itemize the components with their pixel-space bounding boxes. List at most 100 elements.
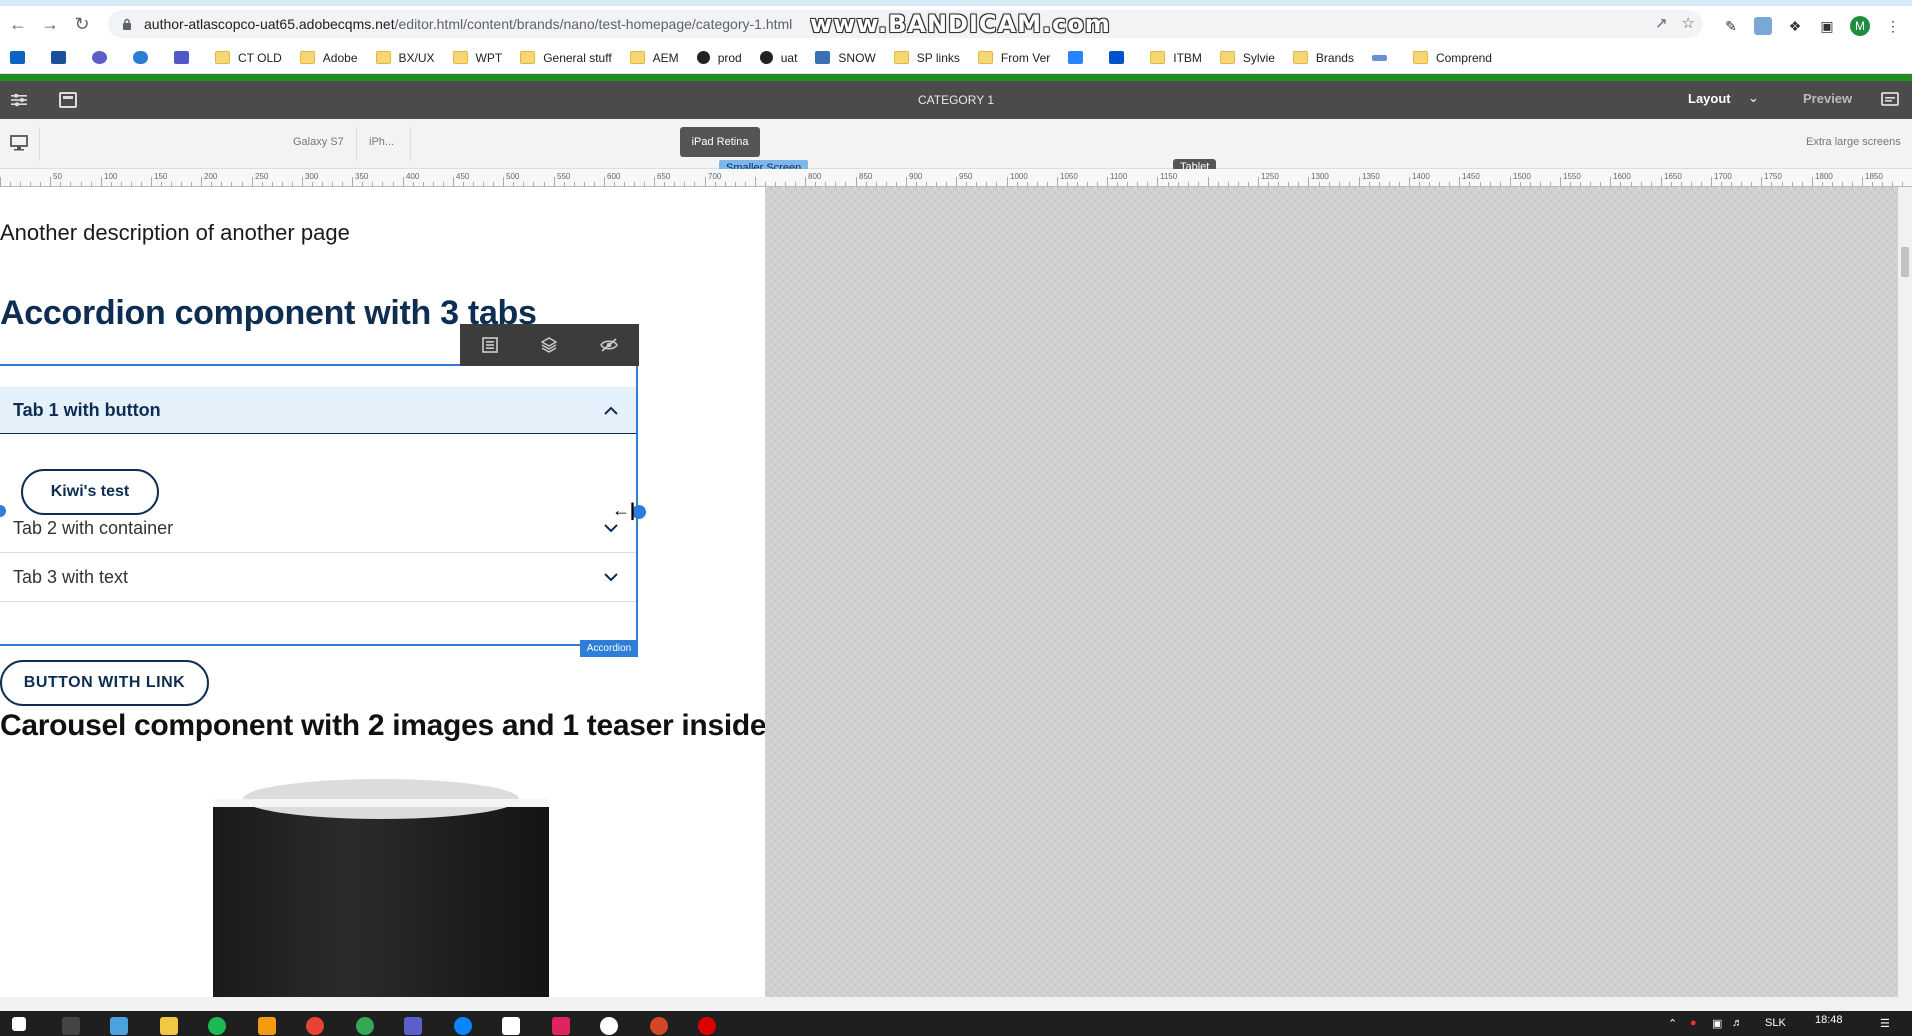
address-bar-row: ← → ↻ author-atlascopco-uat65.adobecqms.… xyxy=(0,6,1912,42)
share-icon[interactable]: ↗ xyxy=(1655,14,1668,32)
chevron-down-icon[interactable] xyxy=(604,520,618,536)
sidepanel-icon[interactable]: ▣ xyxy=(1818,17,1836,35)
device-iphone[interactable]: iPh... xyxy=(369,136,394,148)
ruler-label: 1400 xyxy=(1412,172,1430,181)
breakpoint-extra-large[interactable]: Extra large screens xyxy=(1806,136,1901,148)
app-icon[interactable] xyxy=(110,1017,128,1035)
teams-taskbar-icon[interactable] xyxy=(404,1017,422,1035)
webstorm-icon[interactable] xyxy=(502,1017,520,1035)
bookmark-ct-old[interactable]: CT OLD xyxy=(215,51,282,65)
ruler-label: 50 xyxy=(53,172,62,181)
bookmark-prod[interactable]: prod xyxy=(696,51,742,65)
ruler-label: 500 xyxy=(506,172,520,181)
carousel-heading: Carousel component with 2 images and 1 t… xyxy=(0,709,765,742)
back-icon[interactable]: ← xyxy=(2,8,34,40)
ruler-label: 850 xyxy=(859,172,873,181)
powerpoint-icon[interactable] xyxy=(650,1017,668,1035)
bookmark-bx-ux[interactable]: BX/UX xyxy=(375,51,435,65)
container-icon[interactable] xyxy=(478,333,502,357)
list-icon[interactable] xyxy=(1371,54,1395,61)
chevron-down-icon[interactable]: ⌄ xyxy=(1748,90,1759,106)
scrollbar-thumb[interactable] xyxy=(1901,247,1909,277)
file-explorer-icon[interactable] xyxy=(160,1017,178,1035)
annotations-icon[interactable] xyxy=(1880,90,1900,110)
bookmark-itbm[interactable]: ITBM xyxy=(1150,51,1202,65)
bookmark-star-icon[interactable]: ☆ xyxy=(1682,14,1695,32)
bookmark-general-stuff[interactable]: General stuff xyxy=(520,51,612,65)
ruler-label: 1500 xyxy=(1513,172,1531,181)
bookmark-comprend[interactable]: Comprend xyxy=(1412,51,1492,65)
puzzle-extensions-icon[interactable]: ❖ xyxy=(1786,17,1804,35)
snow-icon xyxy=(815,51,831,64)
screen-extension-icon[interactable] xyxy=(1754,17,1772,35)
ruler-label: 550 xyxy=(557,172,571,181)
ruler-label: 1650 xyxy=(1664,172,1682,181)
menu-kebab-icon[interactable]: ⋮ xyxy=(1884,17,1902,35)
confluence-icon[interactable] xyxy=(1109,51,1132,64)
forward-icon[interactable]: → xyxy=(34,8,66,40)
device-galaxy-s7[interactable]: Galaxy S7 xyxy=(293,136,344,148)
tab-2-label: Tab 2 with container xyxy=(13,517,174,538)
profile-avatar[interactable]: M xyxy=(1850,16,1870,36)
hide-eye-icon[interactable] xyxy=(597,333,621,357)
folder-icon xyxy=(375,51,391,64)
network-icon[interactable]: ▣ xyxy=(1712,1017,1722,1030)
emulator-bar: Galaxy S7 iPh... iPad Retina Smaller Scr… xyxy=(0,119,1912,176)
terminal-icon[interactable] xyxy=(62,1017,80,1035)
jira-icon[interactable] xyxy=(1068,51,1091,64)
intellij-icon[interactable] xyxy=(552,1017,570,1035)
bookmark-sp-links[interactable]: SP links xyxy=(893,51,960,65)
screen: ← → ↻ author-atlascopco-uat65.adobecqms.… xyxy=(0,0,1912,1036)
bandicam-icon[interactable] xyxy=(698,1017,716,1035)
preview-button[interactable]: Preview xyxy=(1803,91,1852,106)
folder-icon xyxy=(1219,51,1235,64)
vertical-scrollbar[interactable] xyxy=(1898,187,1912,997)
tab-3-label: Tab 3 with text xyxy=(13,566,129,587)
accordion-tab-3[interactable]: Tab 3 with text xyxy=(0,553,636,602)
bookmark-brands[interactable]: Brands xyxy=(1292,51,1354,65)
horizontal-scrollbar[interactable] xyxy=(0,997,1912,1011)
outlook-icon[interactable] xyxy=(10,51,33,64)
device-ipad-retina[interactable]: iPad Retina xyxy=(680,127,760,157)
bookmark-uat[interactable]: uat xyxy=(759,51,797,65)
pen-extension-icon[interactable]: ✎ xyxy=(1722,17,1740,35)
notifications-icon[interactable]: ☰ xyxy=(1880,1017,1890,1030)
mode-selector-button[interactable]: Layout xyxy=(1688,91,1731,106)
volume-icon[interactable]: ♬ xyxy=(1732,1017,1743,1029)
kiwis-test-button[interactable]: Kiwi's test xyxy=(21,469,159,515)
tray-chevron-icon[interactable]: ⌃ xyxy=(1668,1017,1677,1030)
app-blue-icon[interactable] xyxy=(454,1017,472,1035)
start-icon[interactable] xyxy=(12,1017,26,1031)
chrome-icon[interactable] xyxy=(306,1017,324,1035)
bookmark-wpt[interactable]: WPT xyxy=(452,51,502,65)
teams-icon[interactable] xyxy=(174,51,197,64)
spotify-icon[interactable] xyxy=(208,1017,226,1035)
language-indicator[interactable]: SLK xyxy=(1765,1017,1786,1029)
button-with-link[interactable]: BUTTON WITH LINK xyxy=(0,660,209,706)
bookmark-sylvie[interactable]: Sylvie xyxy=(1219,51,1275,65)
bookmark-snow[interactable]: SNOW xyxy=(815,51,876,65)
app-icon-purple[interactable] xyxy=(92,51,115,64)
url-text: author-atlascopco-uat65.adobecqms.net/ed… xyxy=(144,16,792,32)
bookmark-from-ver[interactable]: From Ver xyxy=(977,51,1050,65)
layers-icon[interactable] xyxy=(537,333,561,357)
tab-1-label: Tab 1 with button xyxy=(13,399,161,420)
recording-icon[interactable]: ● xyxy=(1690,1017,1697,1029)
folder-icon xyxy=(299,51,315,64)
desktop-device-icon[interactable] xyxy=(9,133,29,153)
app-icon-blue[interactable] xyxy=(51,51,74,64)
globe-icon xyxy=(696,51,710,64)
bookmark-aem[interactable]: AEM xyxy=(629,51,679,65)
reload-icon[interactable]: ↻ xyxy=(66,8,98,40)
clock[interactable]: 18:48 xyxy=(1815,1014,1843,1026)
accordion-tab-1[interactable]: Tab 1 with button xyxy=(0,387,636,434)
windows-taskbar: ⌃ ● ▣ ♬ SLK 18:48 ☰ xyxy=(0,1011,1912,1036)
onedrive-icon[interactable] xyxy=(133,51,156,64)
page-description: Another description of another page xyxy=(0,220,350,245)
app-white-icon[interactable] xyxy=(600,1017,618,1035)
chrome-profile-icon[interactable] xyxy=(356,1017,374,1035)
sublime-icon[interactable] xyxy=(258,1017,276,1035)
chevron-up-icon[interactable] xyxy=(604,402,618,418)
bookmark-adobe[interactable]: Adobe xyxy=(299,51,358,65)
chevron-down-icon[interactable] xyxy=(604,569,618,585)
